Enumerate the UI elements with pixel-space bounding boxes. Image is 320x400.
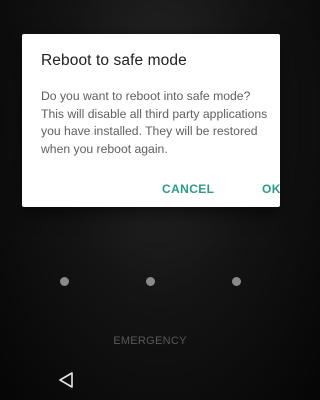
cancel-button[interactable]: CANCEL bbox=[162, 182, 214, 196]
dialog-title: Reboot to safe mode bbox=[41, 52, 187, 69]
emergency-button[interactable]: EMERGENCY bbox=[0, 335, 300, 347]
pattern-dots bbox=[0, 277, 300, 289]
back-triangle-icon[interactable] bbox=[58, 371, 76, 389]
dialog-message: Do you want to reboot into safe mode? Th… bbox=[41, 89, 268, 156]
pattern-dot[interactable] bbox=[60, 277, 69, 286]
safe-mode-dialog: Reboot to safe mode Do you want to reboo… bbox=[22, 34, 280, 207]
lock-screen: Reboot to safe mode Do you want to reboo… bbox=[0, 0, 300, 400]
pattern-dot[interactable] bbox=[232, 277, 241, 286]
pattern-dot[interactable] bbox=[146, 277, 155, 286]
ok-button[interactable]: OK bbox=[262, 182, 281, 196]
